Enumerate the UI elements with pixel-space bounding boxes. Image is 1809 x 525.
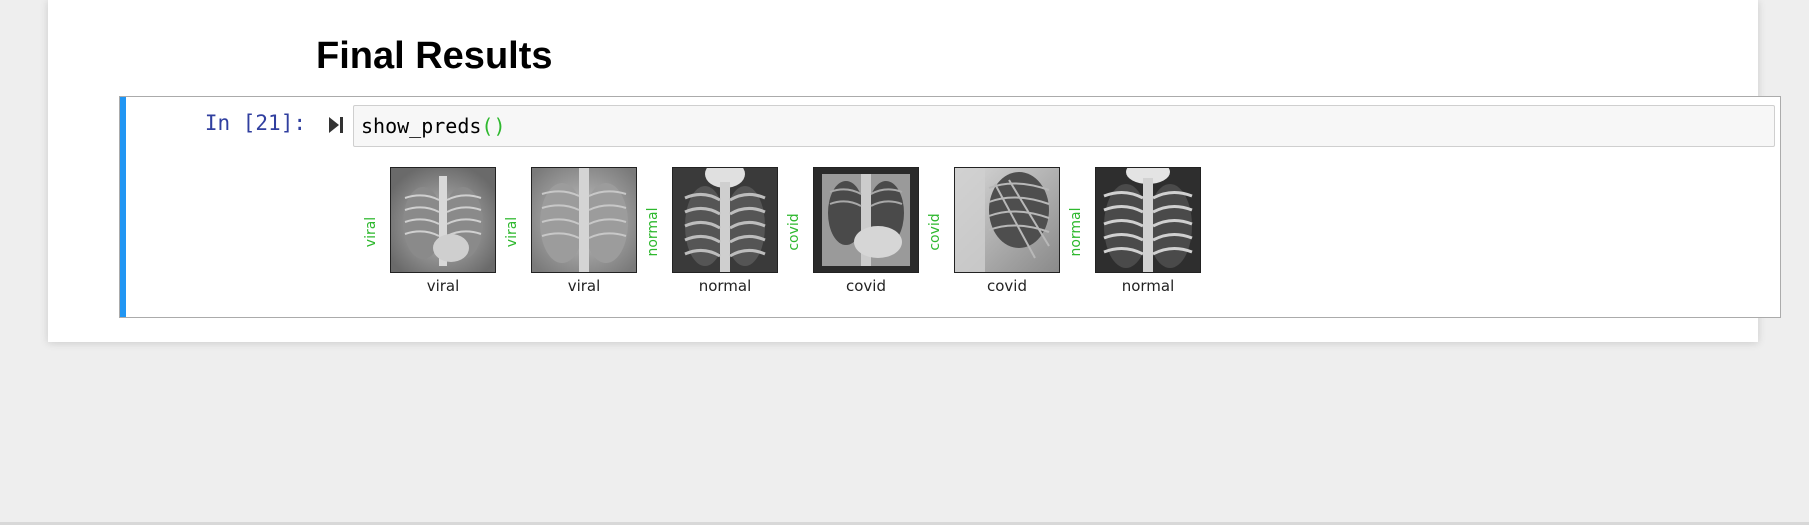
prediction-item: covid covid (917, 167, 1060, 297)
predicted-label: normal (1068, 207, 1084, 257)
cell-selected-bar (120, 97, 126, 317)
code-parens: () (481, 114, 506, 138)
xray-image (1095, 167, 1201, 273)
xray-image (813, 167, 919, 273)
predicted-label: covid (927, 213, 943, 251)
run-cell-icon[interactable] (328, 116, 344, 134)
predicted-label: viral (504, 216, 520, 248)
xray-image (954, 167, 1060, 273)
actual-label: covid (846, 277, 886, 295)
prediction-item: viral viral (494, 167, 637, 297)
code-input[interactable]: show_preds() (353, 105, 1775, 147)
prediction-item: normal normal (635, 167, 778, 297)
actual-label: normal (698, 277, 752, 295)
code-line: show_preds() (361, 114, 506, 138)
code-cell[interactable]: In [21]: show_preds() viral viral viral … (119, 96, 1781, 318)
actual-label: viral (426, 277, 460, 295)
actual-label: viral (567, 277, 601, 295)
predicted-label: covid (786, 213, 802, 251)
section-heading: Final Results (316, 35, 553, 77)
prediction-item: viral viral (353, 167, 496, 297)
actual-label: normal (1121, 277, 1175, 295)
predicted-label: viral (363, 216, 379, 248)
xray-image (531, 167, 637, 273)
prediction-item: covid covid (776, 167, 919, 297)
xray-image (390, 167, 496, 273)
cell-output: viral viral viral viral normal normal co… (353, 167, 1253, 297)
prediction-item: normal normal (1058, 167, 1201, 297)
cell-prompt: In [21]: (204, 111, 306, 135)
code-function: show_preds (361, 114, 482, 138)
actual-label: covid (987, 277, 1027, 295)
xray-image (672, 167, 778, 273)
predicted-label: normal (645, 207, 661, 257)
notebook-page: Final Results In [21]: show_preds() vira… (48, 0, 1781, 342)
